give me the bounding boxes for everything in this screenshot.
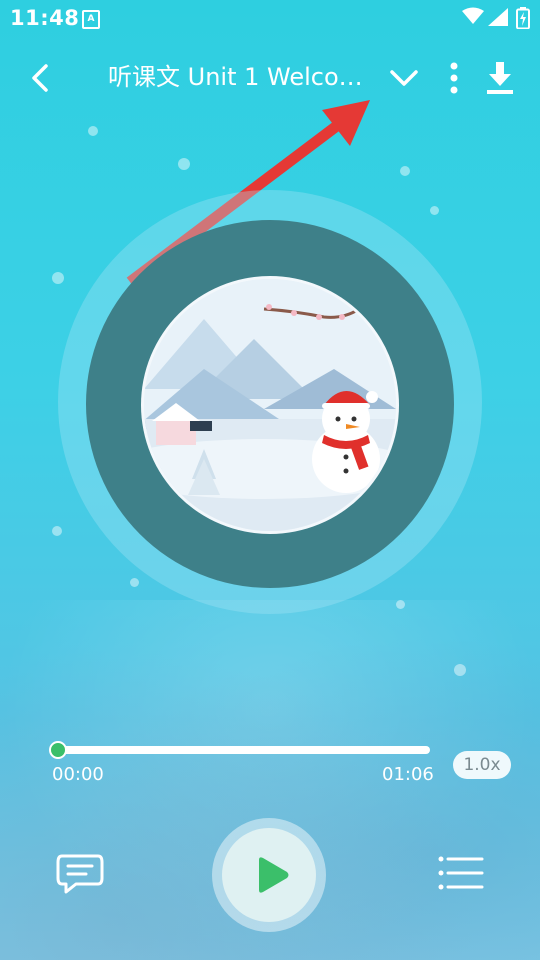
winter-snowman-illustration: [144, 279, 396, 531]
status-bar: 11:48 A: [0, 0, 540, 36]
progress-bar[interactable]: [58, 746, 430, 754]
more-vertical-icon: [450, 62, 458, 94]
snowflake: [178, 158, 190, 170]
playlist-icon: [438, 856, 484, 890]
playlist-button[interactable]: [436, 852, 484, 894]
more-button[interactable]: [440, 58, 468, 98]
play-button[interactable]: [222, 828, 316, 922]
wifi-icon: [462, 7, 484, 24]
app-notification-icon: A: [82, 10, 100, 29]
snowflake: [430, 206, 439, 215]
download-button[interactable]: [480, 58, 520, 98]
subtitle-bubble-icon: [56, 854, 104, 894]
top-bar: 听课文 Unit 1 Welcom...: [0, 50, 540, 106]
current-time: 00:00: [52, 764, 104, 785]
play-icon: [259, 857, 289, 893]
total-time: 01:06: [382, 764, 434, 785]
dropdown-button[interactable]: [384, 58, 424, 98]
battery-icon: [516, 7, 530, 29]
back-button[interactable]: [24, 58, 60, 98]
snowflake: [130, 578, 139, 587]
album-cover: [141, 276, 399, 534]
snowflake: [454, 664, 466, 676]
status-time: 11:48: [10, 6, 80, 30]
snowflake: [52, 526, 62, 536]
page-title: 听课文 Unit 1 Welcom...: [108, 63, 378, 91]
subtitle-button[interactable]: [54, 850, 106, 896]
download-icon: [487, 62, 513, 94]
snowflake: [88, 126, 98, 136]
snowflake: [396, 600, 405, 609]
snowflake: [400, 166, 410, 176]
chevron-down-icon: [390, 70, 418, 86]
chevron-left-icon: [32, 64, 48, 92]
signal-icon: [488, 8, 508, 26]
progress-thumb[interactable]: [49, 741, 67, 759]
snowflake: [52, 272, 64, 284]
playback-speed-button[interactable]: 1.0x: [453, 751, 511, 779]
